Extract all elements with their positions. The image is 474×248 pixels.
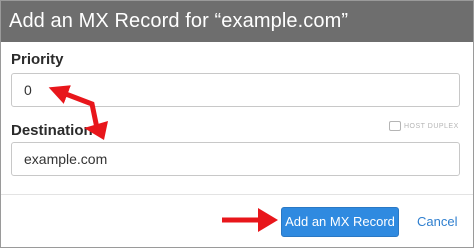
mx-record-dialog: Add an MX Record for “example.com” Prior… bbox=[0, 0, 474, 248]
priority-label: Priority bbox=[11, 51, 64, 68]
cancel-link[interactable]: Cancel bbox=[417, 207, 457, 237]
destination-label: Destination bbox=[11, 122, 93, 139]
add-mx-record-button[interactable]: Add an MX Record bbox=[281, 207, 399, 237]
watermark: HOST DUPLEX bbox=[389, 121, 459, 131]
destination-input[interactable] bbox=[11, 142, 460, 176]
footer-divider bbox=[1, 194, 473, 195]
priority-input[interactable] bbox=[11, 73, 460, 107]
watermark-logo-icon bbox=[389, 121, 401, 131]
watermark-text: HOST DUPLEX bbox=[404, 122, 459, 130]
dialog-title: Add an MX Record for “example.com” bbox=[1, 1, 473, 42]
